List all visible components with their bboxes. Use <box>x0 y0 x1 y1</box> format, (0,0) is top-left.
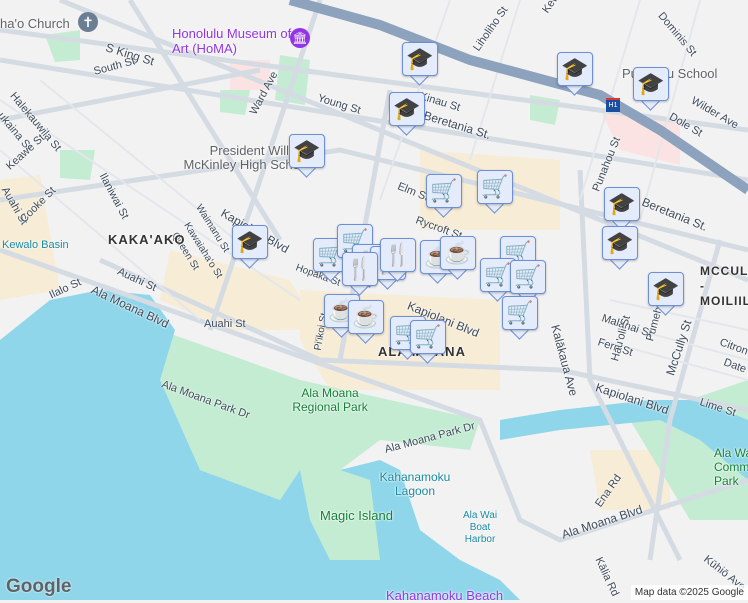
graduation-cap-icon: 🎓 <box>648 272 684 306</box>
water-label: Kewalo Basin <box>2 239 69 251</box>
restaurant-marker[interactable]: 🍴 <box>380 238 416 282</box>
graduation-cap-icon: 🎓 <box>289 134 325 168</box>
park-label[interactable]: Ala Wai Community Park <box>714 446 748 488</box>
magic-island-label: Magic Island <box>320 508 393 523</box>
grocery-marker[interactable]: 🛒 <box>502 296 538 340</box>
school-marker[interactable]: 🎓 <box>633 67 669 111</box>
grocery-marker[interactable]: 🛒 <box>477 170 513 214</box>
shopping-cart-icon: 🛒 <box>502 296 538 330</box>
graduation-cap-icon: 🎓 <box>232 225 268 259</box>
beach-label[interactable]: Kahanamoku Beach <box>386 588 503 603</box>
school-marker[interactable]: 🎓 <box>557 52 593 96</box>
road-label: Auahi St <box>204 318 246 330</box>
lagoon-label: Kahanamoku Lagoon <box>379 470 451 498</box>
grocery-marker[interactable]: 🛒 <box>410 320 446 364</box>
fork-knife-icon: 🍴 <box>342 252 378 286</box>
school-marker[interactable]: 🎓 <box>289 134 325 178</box>
school-marker[interactable]: 🎓 <box>648 272 684 316</box>
museum-icon[interactable]: 🏛 <box>290 28 310 48</box>
graduation-cap-icon: 🎓 <box>557 52 593 86</box>
neighborhood-label: MCCULLY - MOILIILI <box>700 264 748 308</box>
graduation-cap-icon: 🎓 <box>602 226 638 260</box>
graduation-cap-icon: 🎓 <box>402 42 438 76</box>
cafe-marker[interactable]: ☕ <box>348 300 384 344</box>
graduation-cap-icon: 🎓 <box>633 67 669 101</box>
school-marker[interactable]: 🎓 <box>402 42 438 86</box>
school-marker[interactable]: 🎓 <box>604 187 640 231</box>
school-marker[interactable]: 🎓 <box>602 226 638 270</box>
boat-harbor-label: Ala Wai Boat Harbor <box>462 510 498 545</box>
neighborhood-label: KAKA'AKO <box>108 232 186 247</box>
school-marker[interactable]: 🎓 <box>389 92 425 136</box>
coffee-cup-icon: ☕ <box>440 236 476 270</box>
fork-knife-icon: 🍴 <box>380 238 416 272</box>
park-label[interactable]: Ala Moana Regional Park <box>280 386 380 414</box>
h1-shield-icon: H1 <box>606 98 620 112</box>
restaurant-marker[interactable]: 🍴 <box>342 252 378 296</box>
map-attribution[interactable]: Map data ©2025 Google <box>630 585 748 600</box>
church-icon[interactable]: ✝ <box>78 12 98 32</box>
shopping-cart-icon: 🛒 <box>426 174 462 208</box>
graduation-cap-icon: 🎓 <box>604 187 640 221</box>
shopping-cart-icon: 🛒 <box>477 170 513 204</box>
cafe-marker[interactable]: ☕ <box>440 236 476 280</box>
grocery-marker[interactable]: 🛒 <box>426 174 462 218</box>
school-marker[interactable]: 🎓 <box>232 225 268 269</box>
google-logo: Google <box>6 576 72 597</box>
museum-label[interactable]: Honolulu Museum of Art (HoMA) <box>172 26 292 56</box>
graduation-cap-icon: 🎓 <box>389 92 425 126</box>
mckinley-label[interactable]: President William McKinley High School <box>160 144 310 172</box>
church-label[interactable]: ha'o Church <box>0 16 70 31</box>
shopping-cart-icon: 🛒 <box>510 260 546 294</box>
coffee-cup-icon: ☕ <box>348 300 384 334</box>
shopping-cart-icon: 🛒 <box>410 320 446 354</box>
